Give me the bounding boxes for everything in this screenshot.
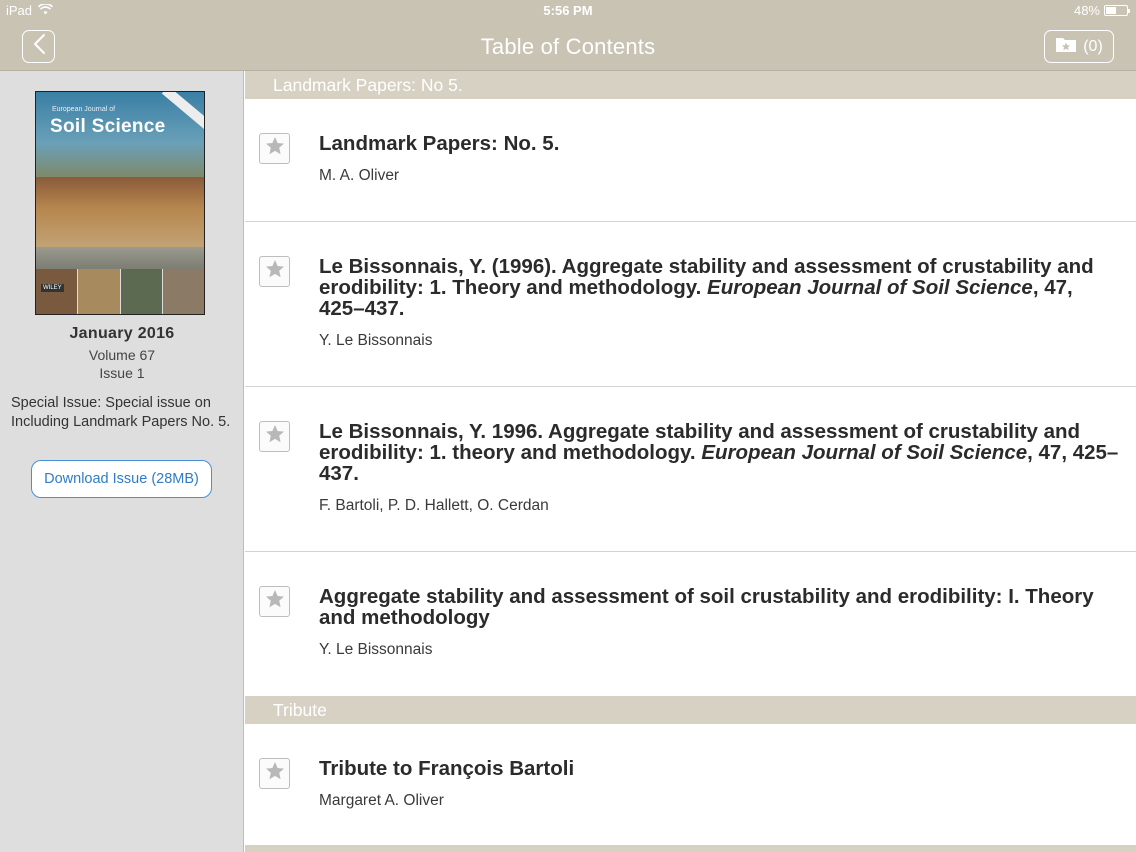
status-bar: iPad 5:56 PM 48% xyxy=(0,0,1136,22)
star-icon xyxy=(264,258,286,285)
favorites-button[interactable]: (0) xyxy=(1044,30,1114,63)
favorite-star-button[interactable] xyxy=(259,586,290,617)
status-time: 5:56 PM xyxy=(543,3,593,18)
page-title: Table of Contents xyxy=(480,34,656,59)
cover-title: Soil Science xyxy=(50,116,166,137)
star-icon xyxy=(264,135,286,162)
cover-publisher: WILEY xyxy=(41,284,64,292)
article-authors: Y. Le Bissonnais xyxy=(319,641,433,658)
article-row[interactable]: Le Bissonnais, Y. (1996). Aggregate stab… xyxy=(245,222,1136,387)
toc-list: Landmark Papers: No 5. Landmark Papers: … xyxy=(245,71,1136,852)
special-issue-text: Special Issue: Special issue on Includin… xyxy=(11,395,231,430)
article-title: Landmark Papers: No. 5. xyxy=(319,132,560,155)
issue-date: January 2016 xyxy=(69,325,175,342)
article-authors: Y. Le Bissonnais xyxy=(319,332,433,349)
article-title: Tribute to François Bartoli xyxy=(319,757,575,780)
battery-icon xyxy=(1104,5,1130,16)
favorites-count: (0) xyxy=(1083,37,1103,55)
article-title: Aggregate stability and assessment of so… xyxy=(319,585,1094,629)
favorite-star-button[interactable] xyxy=(259,256,290,287)
star-icon xyxy=(264,760,286,787)
battery-percent: 48% xyxy=(1073,3,1100,18)
favorite-star-button[interactable] xyxy=(259,421,290,452)
article-authors: Margaret A. Oliver xyxy=(319,792,444,809)
section-header: Tribute xyxy=(245,696,1136,724)
folder-star-icon xyxy=(1055,35,1077,58)
journal-name: European Journal of Soil Science xyxy=(707,276,1033,299)
journal-name: European Journal of Soil Science xyxy=(701,441,1028,464)
article-title: Le Bissonnais, Y. 1996. Aggregate stabil… xyxy=(319,420,1119,485)
favorite-star-button[interactable] xyxy=(259,133,290,164)
article-row[interactable]: Landmark Papers: No. 5. M. A. Oliver xyxy=(245,99,1136,222)
issue-sidebar: European Journal of Soil Science WILEY J… xyxy=(0,71,244,852)
star-icon xyxy=(264,588,286,615)
issue-cover: European Journal of Soil Science WILEY xyxy=(35,91,205,315)
article-authors: M. A. Oliver xyxy=(319,167,400,184)
issue-number: Issue 1 xyxy=(99,365,145,381)
cover-kicker: European Journal of xyxy=(52,106,116,113)
favorite-star-button[interactable] xyxy=(259,758,290,789)
article-authors: F. Bartoli, P. D. Hallett, O. Cerdan xyxy=(319,497,549,514)
download-issue-button[interactable]: Download Issue (28MB) xyxy=(31,460,212,498)
article-row[interactable]: Le Bissonnais, Y. 1996. Aggregate stabil… xyxy=(245,387,1136,552)
section-header: Landmark Papers: No 5. xyxy=(245,71,1136,99)
article-row[interactable]: Tribute to François Bartoli Margaret A. … xyxy=(245,724,1136,845)
article-row[interactable]: Aggregate stability and assessment of so… xyxy=(245,552,1136,696)
article-title: Le Bissonnais, Y. (1996). Aggregate stab… xyxy=(319,255,1094,320)
divider xyxy=(245,845,1136,852)
nav-bar: Table of Contents (0) xyxy=(0,22,1136,71)
star-icon xyxy=(264,423,286,450)
issue-volume: Volume 67 xyxy=(88,347,156,363)
